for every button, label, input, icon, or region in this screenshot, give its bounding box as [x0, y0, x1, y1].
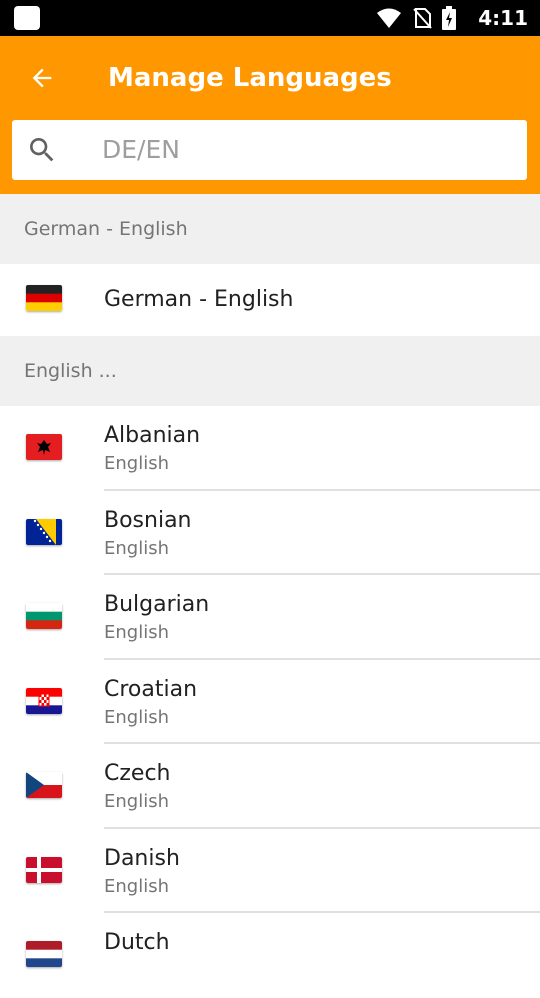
list-item-subtitle: English: [104, 706, 169, 728]
status-time: 4:11: [478, 6, 528, 30]
list-item-german-english[interactable]: German - English: [0, 264, 540, 336]
wifi-icon: [377, 8, 401, 28]
list-item-title: Danish: [104, 845, 180, 871]
list-item-czech[interactable]: Czech English: [0, 744, 540, 829]
czech-flag-icon: [26, 772, 62, 798]
list-item-title: Bosnian: [104, 507, 192, 533]
no-sim-icon: [413, 8, 432, 29]
list-item-subtitle: English: [104, 537, 169, 559]
list-item-title: Dutch: [104, 930, 170, 955]
list-item-title: Bulgarian: [104, 592, 210, 617]
list-item-bulgarian[interactable]: Bulgarian English: [0, 575, 540, 660]
list-item-subtitle: English: [104, 453, 169, 474]
list-item-subtitle: English: [104, 622, 169, 643]
list-item-albanian[interactable]: Albanian English: [0, 406, 540, 491]
list-item-dutch[interactable]: Dutch: [0, 913, 540, 998]
bulgaria-flag-icon: [26, 603, 62, 629]
search-icon: [30, 138, 54, 162]
language-list: German - English German - English Englis…: [0, 194, 540, 998]
section-header: English ...: [0, 336, 540, 406]
albania-flag-icon: [26, 434, 62, 460]
netherlands-flag-icon: [26, 941, 62, 967]
page-title: Manage Languages: [108, 63, 392, 93]
search-input[interactable]: DE/EN: [12, 120, 527, 180]
croatia-flag-icon: [26, 687, 62, 714]
battery-charging-icon: [442, 6, 456, 30]
arrow-back-icon: [32, 68, 52, 88]
section-header: German - English: [0, 194, 540, 264]
status-bar: 4:11: [0, 0, 540, 36]
list-item-subtitle: English: [104, 791, 169, 812]
list-item-title: Czech: [104, 761, 171, 786]
list-item-danish[interactable]: Danish English: [0, 828, 540, 913]
list-item-title: Albanian: [104, 423, 201, 448]
bosnia-flag-icon: [26, 518, 62, 545]
list-item-bosnian[interactable]: Bosnian English: [0, 490, 540, 575]
list-item-subtitle: English: [104, 875, 169, 897]
list-item-title: Croatian: [104, 676, 198, 702]
list-item-title: German - English: [104, 287, 294, 312]
search-placeholder: DE/EN: [102, 135, 180, 164]
status-icons: [376, 6, 456, 30]
notification-app-icon: [14, 6, 40, 30]
germany-flag-icon: [26, 285, 62, 311]
back-button[interactable]: [22, 58, 62, 98]
list-item-croatian[interactable]: Croatian English: [0, 659, 540, 744]
denmark-flag-icon: [26, 856, 62, 883]
app-bar: Manage Languages DE/EN: [0, 36, 540, 194]
